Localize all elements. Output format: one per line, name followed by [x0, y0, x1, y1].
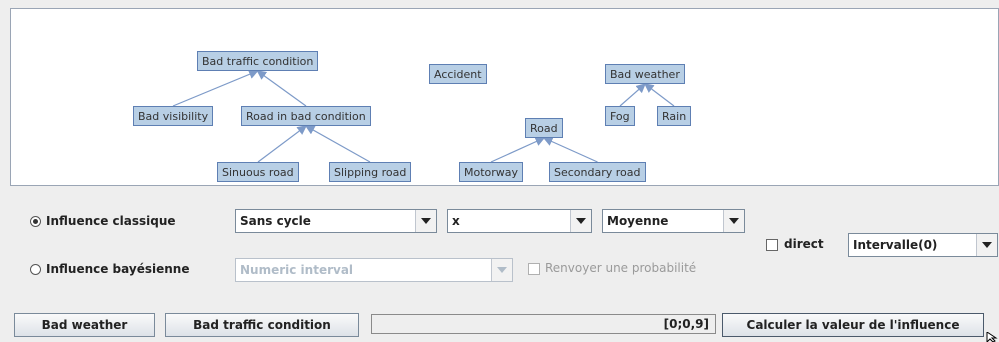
interval-combo-value: Intervalle(0)	[853, 238, 938, 252]
node-road-in-bad-condition[interactable]: Road in bad condition	[241, 106, 371, 126]
chevron-down-icon[interactable]	[723, 210, 744, 232]
node-bad-weather[interactable]: Bad weather	[605, 64, 685, 84]
renvoyer-probabilite-checkbox	[528, 263, 540, 275]
influence-bayesienne-radio[interactable]	[30, 264, 41, 275]
direct-label[interactable]: direct	[784, 237, 824, 251]
source-node-button[interactable]: Bad weather	[14, 313, 155, 337]
graph-edge-sinuous-road_bad	[257, 125, 307, 163]
graph-edge-bad_visibility-bad_traffic	[172, 69, 259, 107]
node-bad-visibility[interactable]: Bad visibility	[133, 106, 214, 126]
interval-combo[interactable]: Intervalle(0)	[848, 233, 998, 257]
chevron-down-icon[interactable]	[570, 210, 591, 232]
node-slipping-road[interactable]: Slipping road	[329, 162, 412, 182]
node-bad-traffic-condition[interactable]: Bad traffic condition	[197, 51, 319, 71]
influence-bayesienne-label[interactable]: Influence bayésienne	[46, 262, 189, 276]
operator-combo-value: x	[452, 214, 460, 228]
influence-classique-radio[interactable]	[30, 216, 41, 227]
chevron-down-icon	[491, 259, 512, 281]
progress-value: [0;0,9]	[663, 317, 709, 331]
direct-checkbox[interactable]	[766, 239, 778, 251]
graph-edge-fog-bad_weather	[619, 83, 646, 107]
chevron-down-icon[interactable]	[976, 234, 997, 256]
chevron-down-icon[interactable]	[415, 210, 436, 232]
node-sinuous-road[interactable]: Sinuous road	[217, 162, 299, 182]
node-motorway[interactable]: Motorway	[459, 162, 524, 182]
renvoyer-probabilite-label: Renvoyer une probabilité	[545, 261, 697, 275]
cycle-combo[interactable]: Sans cycle	[235, 209, 437, 233]
influence-progress-bar: [0;0,9]	[371, 314, 716, 334]
operator-combo[interactable]: x	[447, 209, 592, 233]
node-road[interactable]: Road	[525, 118, 563, 138]
graph-edge-rain-bad_weather	[644, 83, 675, 107]
graph-edges	[172, 69, 675, 163]
node-fog[interactable]: Fog	[605, 106, 635, 126]
graph-edge-road_bad-bad_traffic	[256, 70, 307, 107]
aggregate-combo[interactable]: Moyenne	[602, 209, 745, 233]
influence-classique-label[interactable]: Influence classique	[46, 214, 176, 228]
graph-edge-motorway-road	[490, 137, 546, 163]
bayesian-network-graph[interactable]: Bad traffic condition Accident Bad weath…	[10, 8, 999, 186]
node-secondary-road[interactable]: Secondary road	[549, 162, 646, 182]
graph-edge-secondary-road	[542, 137, 598, 163]
aggregate-combo-value: Moyenne	[607, 214, 669, 228]
node-accident[interactable]: Accident	[429, 64, 487, 84]
target-node-button[interactable]: Bad traffic condition	[165, 313, 359, 337]
mouse-cursor-icon	[986, 332, 998, 342]
cycle-combo-value: Sans cycle	[240, 214, 311, 228]
compute-influence-button[interactable]: Calculer la valeur de l'influence	[722, 313, 984, 337]
graph-edge-slipping-road_bad	[304, 125, 371, 163]
node-rain[interactable]: Rain	[657, 106, 692, 126]
numeric-interval-combo-value: Numeric interval	[240, 263, 354, 277]
numeric-interval-combo: Numeric interval	[235, 258, 513, 282]
